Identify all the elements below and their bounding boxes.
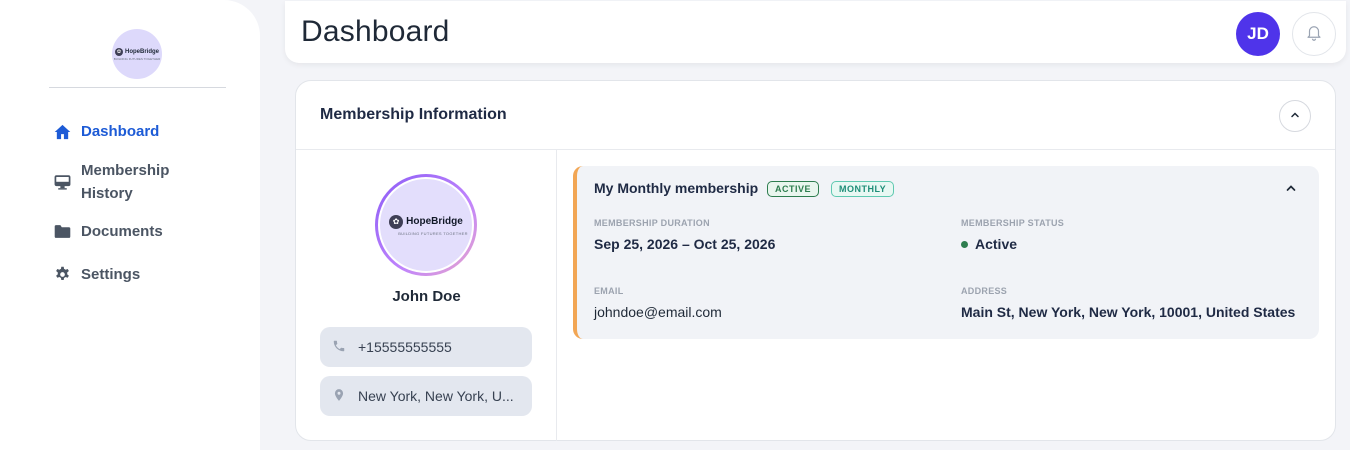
email-value: johndoe@email.com [594,304,722,320]
avatar[interactable]: JD [1236,12,1280,56]
billing-badge-monthly: MONTHLY [831,181,895,197]
sidebar-item-documents[interactable]: Documents [54,220,191,243]
top-header: Dashboard JD [285,1,1346,63]
card-title: Membership Information [320,106,507,123]
brand-name: HopeBridge [406,216,463,227]
sidebar-item-settings[interactable]: Settings [54,263,191,286]
status-dot-icon [961,240,968,248]
folder-icon [54,220,71,243]
status-value: Active [975,236,1018,252]
status-value-wrapper: Active [961,236,1017,252]
card-header: Membership Information [296,81,1335,150]
collapse-button[interactable] [1279,100,1311,132]
location-pill: New York, New York, U... [320,376,532,416]
duration-label: MEMBERSHIP DURATION [594,218,710,228]
sidebar-item-label: Dashboard [81,123,160,140]
sidebar-divider [49,87,226,88]
brand-mark-icon: ✿ [114,47,123,56]
sidebar-item-label: Membership History [81,162,170,202]
phone-icon [332,339,346,356]
phone-value: +15555555555 [358,339,452,355]
phone-pill: +15555555555 [320,327,532,367]
brand-name: HopeBridge [124,48,159,55]
brand-mark-icon: ✿ [389,214,404,229]
monitor-icon [54,171,71,194]
profile-name: John Doe [392,288,461,305]
chevron-up-icon [1290,107,1300,125]
brand-tagline: BUILDING FUTURES TOGETHER [113,56,161,61]
notification-button[interactable] [1292,12,1336,56]
email-label: EMAIL [594,286,624,296]
address-label: ADDRESS [961,286,1008,296]
membership-info-card: Membership Information ✿ HopeBridge BUIL… [295,80,1336,441]
page-title: Dashboard [301,15,450,48]
sidebar-logo[interactable]: ✿ HopeBridge BUILDING FUTURES TOGETHER [112,29,162,79]
bell-icon [1305,23,1323,46]
gear-icon [54,263,71,286]
location-value: New York, New York, U... [358,388,514,404]
sidebar: ✿ HopeBridge BUILDING FUTURES TOGETHER D… [0,0,260,450]
brand-tagline: BUILDING FUTURES TOGETHER [398,230,468,236]
duration-value: Sep 25, 2026 – Oct 25, 2026 [594,236,776,252]
sidebar-item-label: Documents [81,223,163,240]
profile-pane: ✿ HopeBridge BUILDING FUTURES TOGETHER J… [296,150,557,441]
sidebar-item-dashboard[interactable]: Dashboard [54,120,191,143]
status-label: MEMBERSHIP STATUS [961,218,1065,228]
chevron-up-icon[interactable] [1285,181,1297,199]
sidebar-item-label: Settings [81,266,141,283]
sidebar-item-membership-history[interactable]: Membership History [54,159,191,205]
home-icon [54,120,71,143]
address-value: Main St, New York, New York, 10001, Unit… [961,304,1296,320]
location-pin-icon [332,388,346,405]
plan-name: My Monthly membership [594,180,759,196]
profile-logo: ✿ HopeBridge BUILDING FUTURES TOGETHER [375,174,477,276]
membership-panel: My Monthly membership ACTIVE MONTHLY MEM… [573,166,1319,339]
status-badge-active: ACTIVE [767,181,820,197]
